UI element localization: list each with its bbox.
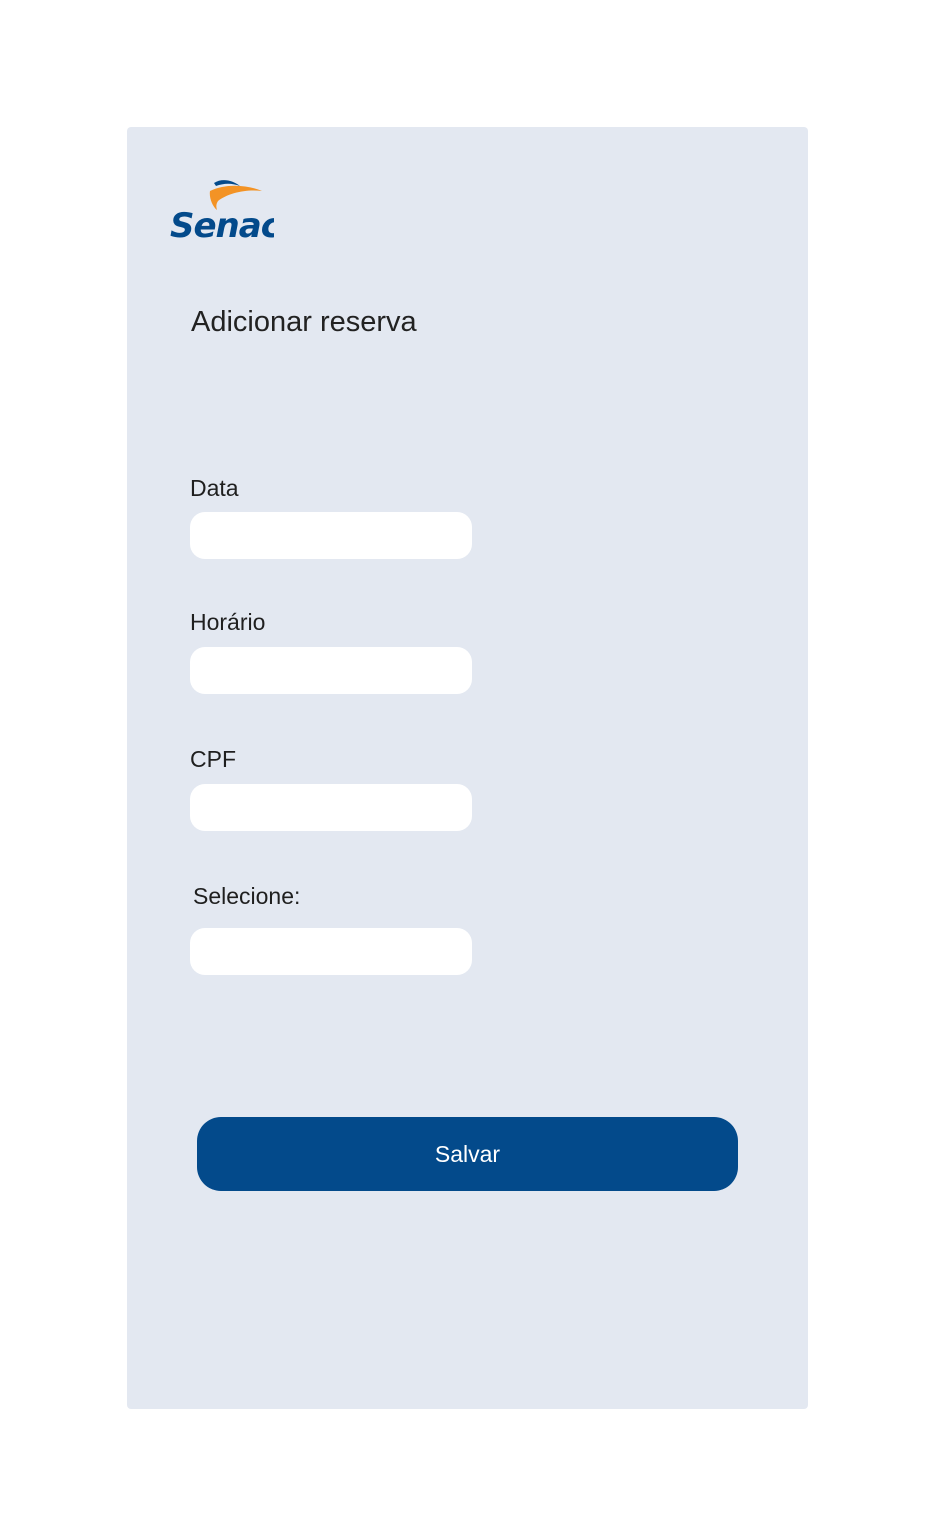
selecione-label: Selecione: [193, 883, 301, 909]
save-button[interactable]: Salvar [197, 1117, 738, 1191]
cpf-label: CPF [190, 746, 236, 772]
horario-label: Horário [190, 609, 266, 635]
logo-wordmark: Senac [170, 206, 274, 241]
horario-input[interactable] [190, 647, 472, 694]
data-input[interactable] [190, 512, 472, 559]
selecione-input[interactable] [190, 928, 472, 975]
cpf-input[interactable] [190, 784, 472, 831]
page-title: Adicionar reserva [191, 306, 417, 338]
senac-logo: Senac [170, 180, 274, 241]
data-label: Data [190, 475, 239, 501]
form-card: Senac Adicionar reserva Data Horário CPF… [127, 127, 808, 1409]
